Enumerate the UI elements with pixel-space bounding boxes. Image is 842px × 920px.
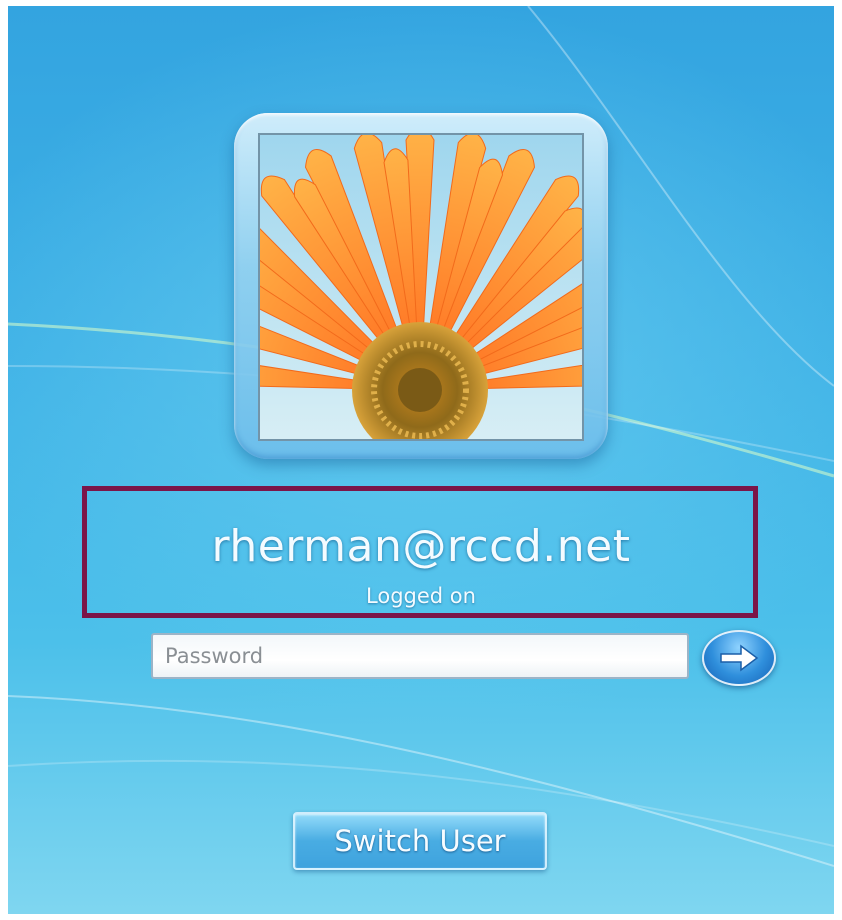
submit-button[interactable] [702, 630, 776, 686]
user-status: Logged on [366, 584, 476, 608]
logon-screen: rherman@rccd.net Logged on Switch User [8, 6, 834, 914]
password-input[interactable] [151, 633, 689, 679]
user-picture [258, 133, 584, 441]
flower-image [260, 135, 582, 439]
user-tile [234, 113, 608, 459]
arrow-right-icon [720, 644, 759, 672]
switch-user-button[interactable]: Switch User [293, 812, 547, 870]
user-name: rherman@rccd.net [211, 521, 631, 572]
